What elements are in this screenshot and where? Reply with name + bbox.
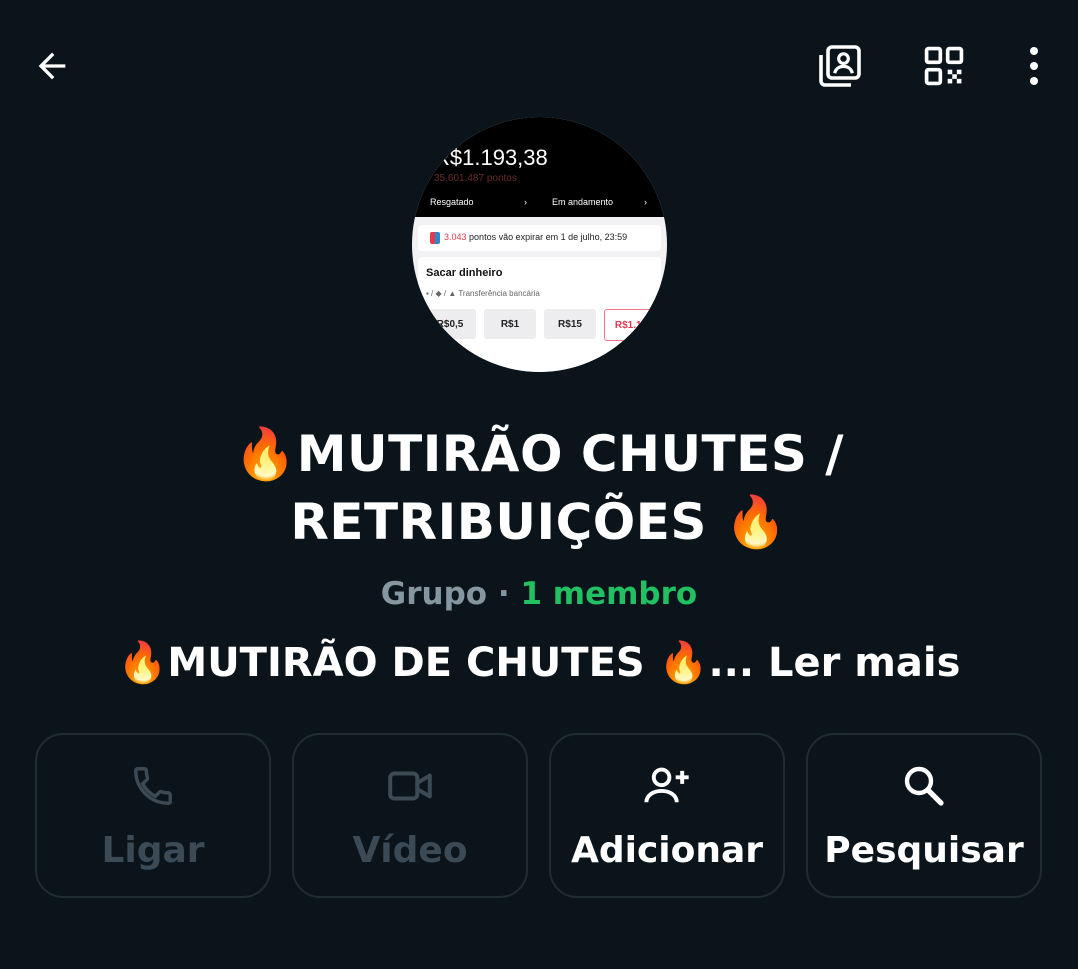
video-call-button[interactable]: Vídeo [292,733,528,898]
more-vertical-icon [1030,47,1038,85]
avatar-amount: R$1 [484,309,536,339]
call-button[interactable]: Ligar [35,733,271,898]
add-person-icon [644,767,689,803]
avatar-pill-redeemed: Resgatado [430,197,474,207]
qr-code-button[interactable] [916,38,972,94]
search-icon [904,766,944,806]
member-count[interactable]: 1 membro [520,576,697,612]
call-button-label: Ligar [101,830,205,871]
contact-gallery-icon [819,45,861,87]
group-avatar[interactable]: R$1.193,38 35.601.487 pontos Resgatado ›… [412,117,667,372]
subtitle-separator: · [487,576,521,612]
phone-icon [134,767,172,805]
avatar-transfer-text: ▪ / ◆ / ▲ Transferência bancária [426,289,540,298]
add-member-button[interactable]: Adicionar [549,733,785,898]
group-title: 🔥MUTIRÃO CHUTES / RETRIBUIÇÕES 🔥 [233,425,844,551]
gift-icon [430,232,440,244]
avatar-amount: R$15 [544,309,596,339]
avatar-withdraw-card: Sacar dinheiro ▪ / ◆ / ▲ Transferência b… [418,257,661,372]
chevron-right-icon: › [524,197,527,207]
group-subtitle: Grupo · 1 membro [0,572,1078,616]
arrow-left-icon [38,52,66,80]
avatar-expire-text: pontos vão expirar em 1 de julho, 23:59 [469,232,628,242]
avatar-withdraw-title: Sacar dinheiro [426,267,503,279]
video-call-button-label: Vídeo [352,830,468,871]
group-description: 🔥MUTIRÃO DE CHUTES 🔥... Ler mais [0,636,1078,690]
add-member-button-label: Adicionar [570,830,764,871]
more-options-button[interactable] [1012,38,1056,94]
avatar-expire-row: 3.043 pontos vão expirar em 1 de julho, … [418,225,661,251]
video-icon [388,771,432,801]
top-bar [0,0,1078,130]
gallery-button[interactable] [812,38,868,94]
search-button[interactable]: Pesquisar [806,733,1042,898]
avatar-expire-points: 3.043 [444,232,467,242]
chevron-right-icon: › [644,197,647,207]
avatar-amount-selected: R$1.19 [604,309,658,341]
avatar-points: 35.601.487 pontos [434,173,517,184]
back-button[interactable] [26,40,78,92]
avatar-pill-in-progress: Em andamento [552,197,614,207]
description-text: 🔥MUTIRÃO DE CHUTES 🔥 [117,640,709,686]
qr-code-icon [924,46,964,86]
read-more-link[interactable]: ... Ler mais [708,640,960,686]
search-button-label: Pesquisar [824,830,1024,871]
group-type: Grupo [380,576,488,612]
avatar-balance: R$1.193,38 [434,145,548,170]
avatar-amount: R$0,5 [424,309,476,339]
